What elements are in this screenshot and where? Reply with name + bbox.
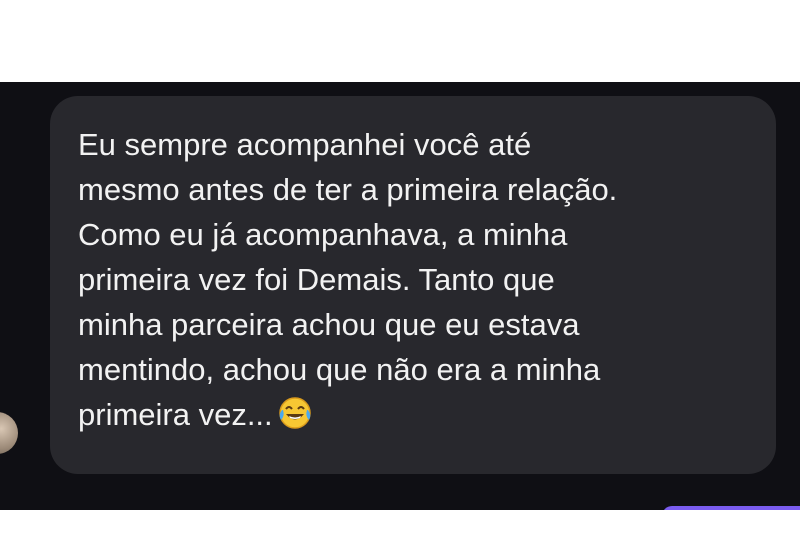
avatar[interactable] [0, 412, 18, 454]
top-border [0, 0, 800, 82]
chat-area[interactable]: Eu sempre acompanhei você até mesmo ante… [0, 82, 800, 526]
incoming-message-bubble[interactable]: Eu sempre acompanhei você até mesmo ante… [50, 96, 776, 474]
message-line-7: primeira vez... [78, 397, 273, 432]
message-line-1: Eu sempre acompanhei você até [78, 127, 532, 162]
message-line-4: primeira vez foi Demais. Tanto que [78, 262, 555, 297]
message-line-2: mesmo antes de ter a primeira relação. [78, 172, 618, 207]
screenshot: Eu sempre acompanhei você até mesmo ante… [0, 0, 800, 548]
message-line-3: Como eu já acompanhava, a minha [78, 217, 568, 252]
bottom-border [0, 510, 800, 548]
message-line-5: minha parceira achou que eu estava [78, 307, 580, 342]
face-with-tears-of-joy-icon [277, 395, 313, 431]
message-line-6: mentindo, achou que não era a minha [78, 352, 601, 387]
message-text: Eu sempre acompanhei você até mesmo ante… [78, 122, 756, 437]
